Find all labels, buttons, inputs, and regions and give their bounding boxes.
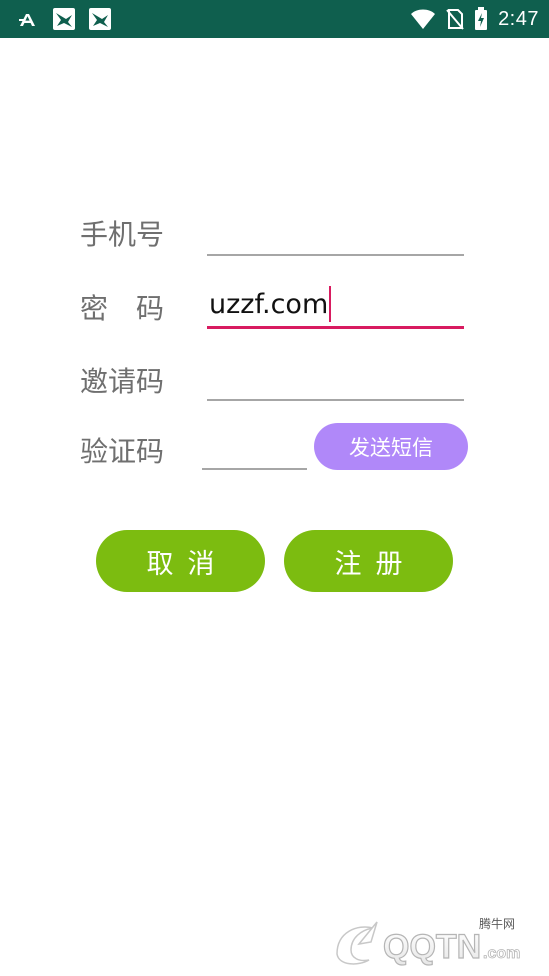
no-sim-icon <box>446 9 464 30</box>
verify-code-input[interactable] <box>202 428 307 470</box>
app-bird-icon <box>53 8 75 30</box>
watermark-cn-name: 腾牛网 <box>479 916 515 931</box>
status-icons: 2:47 <box>410 0 539 38</box>
cancel-button[interactable]: 取消 <box>96 530 265 592</box>
verify-code-label: 验证码 <box>80 435 165 468</box>
register-screen: 手机号 密 码 uzzf.com 邀请码 验证码 发送短信 取消 注册 QQTN… <box>0 38 549 976</box>
status-time: 2:47 <box>498 7 539 30</box>
a-icon <box>19 14 35 26</box>
wifi-icon <box>411 9 436 29</box>
watermark-brand: QQTN <box>383 928 481 966</box>
qqtn-logo-icon <box>336 921 378 965</box>
invite-code-input[interactable] <box>207 359 464 401</box>
app-bird-icon <box>89 8 111 30</box>
password-input[interactable]: uzzf.com <box>207 282 464 329</box>
password-label: 密 码 <box>80 292 165 325</box>
watermark-suffix: .com <box>483 945 520 962</box>
password-value: uzzf.com <box>209 288 329 320</box>
phone-label: 手机号 <box>80 218 165 251</box>
invite-label: 邀请码 <box>80 365 165 398</box>
text-caret <box>329 286 332 322</box>
battery-charging-icon <box>475 7 488 30</box>
qqtn-watermark: QQTN .com 腾牛网 <box>336 916 521 967</box>
status-bar: 2:47 <box>0 0 549 38</box>
send-sms-button[interactable]: 发送短信 <box>314 423 468 470</box>
phone-input[interactable] <box>207 214 464 256</box>
cancel-label: 取消 <box>146 548 229 580</box>
register-button[interactable]: 注册 <box>284 530 453 592</box>
send-sms-label: 发送短信 <box>349 435 433 460</box>
register-label: 注册 <box>334 548 417 580</box>
